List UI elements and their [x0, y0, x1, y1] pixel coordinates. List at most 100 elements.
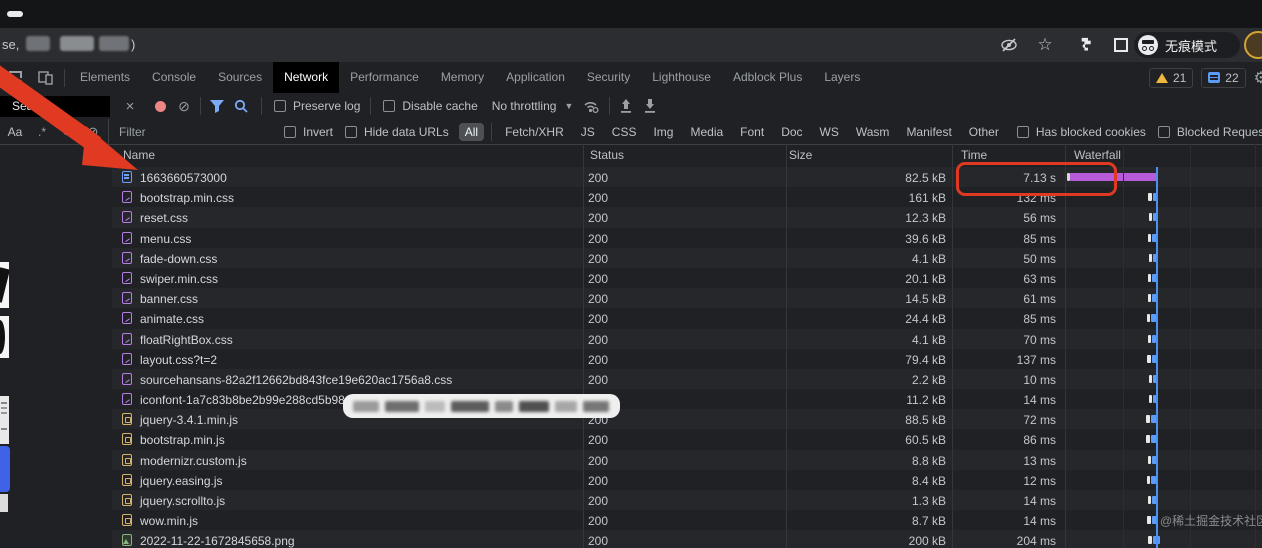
filter-chip-css[interactable]: CSS	[606, 123, 643, 141]
network-request-row[interactable]: swiper.min.css20020.1 kB63 ms	[112, 268, 1262, 288]
request-name: 2022-11-22-1672845658.png	[140, 534, 295, 548]
column-header-name[interactable]: Name	[123, 148, 155, 162]
waterfall-cell	[1065, 355, 1262, 363]
request-name: 1663660573000	[140, 171, 227, 185]
profile-avatar[interactable]	[1244, 31, 1262, 59]
tab-lighthouse[interactable]: Lighthouse	[641, 62, 722, 93]
network-request-row[interactable]: banner.css20014.5 kB61 ms	[112, 288, 1262, 308]
filter-chip-font[interactable]: Font	[734, 123, 770, 141]
tab-security[interactable]: Security	[576, 62, 641, 93]
filter-input[interactable]: Filter	[109, 125, 284, 139]
preserve-log-checkbox[interactable]: Preserve log	[274, 99, 360, 113]
column-header-size[interactable]: Size	[789, 148, 812, 162]
search-input[interactable]: Search	[0, 96, 110, 117]
css-file-icon	[122, 373, 132, 385]
match-case-button[interactable]: Aa	[0, 125, 30, 139]
filter-chip-js[interactable]: JS	[575, 123, 601, 141]
waterfall-bar	[1149, 213, 1152, 221]
hide-data-urls-checkbox[interactable]: Hide data URLs	[345, 125, 449, 139]
column-header-status[interactable]: Status	[590, 148, 624, 162]
background-page-fragment	[0, 494, 8, 512]
tab-memory[interactable]: Memory	[430, 62, 495, 93]
time-cell: 14 ms	[955, 494, 1056, 508]
tab-performance[interactable]: Performance	[339, 62, 430, 93]
extensions-puzzle-icon[interactable]	[1078, 36, 1096, 54]
waterfall-bar	[1148, 294, 1151, 302]
filter-checkbox-blocked-requests[interactable]: Blocked Requests	[1158, 125, 1262, 139]
bookmark-star-icon[interactable]: ☆	[1036, 36, 1054, 54]
network-request-row[interactable]: wow.min.js2008.7 kB14 ms	[112, 510, 1262, 530]
waterfall-cell	[1065, 435, 1262, 443]
refresh-search-icon[interactable]: ↻	[54, 124, 80, 140]
filter-chip-media[interactable]: Media	[684, 123, 729, 141]
network-request-row[interactable]: jquery.easing.js2008.4 kB12 ms	[112, 470, 1262, 490]
time-cell: 50 ms	[955, 252, 1056, 266]
filter-checkbox-has-blocked-cookies[interactable]: Has blocked cookies	[1017, 125, 1146, 139]
filter-chip-fetch-xhr[interactable]: Fetch/XHR	[499, 123, 570, 141]
close-search-icon[interactable]: ×	[118, 95, 142, 117]
network-request-row[interactable]: bootstrap.min.js20060.5 kB86 ms	[112, 429, 1262, 449]
waterfall-cell	[1065, 415, 1262, 423]
clear-network-log-icon[interactable]: ⊘	[172, 95, 196, 117]
invert-checkbox[interactable]: Invert	[284, 125, 333, 139]
network-request-row[interactable]: 166366057300020082.5 kB7.13 s	[112, 167, 1262, 187]
filter-chip-ws[interactable]: WS	[814, 123, 845, 141]
network-request-row[interactable]: floatRightBox.css2004.1 kB70 ms	[112, 329, 1262, 349]
record-network-log-button[interactable]	[148, 95, 172, 117]
search-magnifier-icon[interactable]	[229, 95, 253, 117]
column-header-waterfall[interactable]: Waterfall	[1074, 148, 1121, 162]
tab-sources[interactable]: Sources	[207, 62, 273, 93]
network-request-row[interactable]: layout.css?t=220079.4 kB137 ms	[112, 349, 1262, 369]
network-request-row[interactable]: modernizr.custom.js2008.8 kB13 ms	[112, 450, 1262, 470]
divider	[64, 69, 65, 87]
device-toolbar-icon[interactable]	[30, 65, 60, 91]
tab-layers[interactable]: Layers	[813, 62, 871, 93]
column-header-time[interactable]: Time	[961, 148, 987, 162]
import-har-icon[interactable]	[614, 95, 638, 117]
tab-elements[interactable]: Elements	[69, 62, 141, 93]
incognito-badge[interactable]: 无痕模式	[1134, 32, 1240, 58]
network-request-row[interactable]: iconfont-1a7c83b8be2b99e288cd5b98420011.…	[112, 389, 1262, 409]
clear-search-icon[interactable]: ⊘	[80, 124, 106, 140]
requests-table-header: Name Status Size Time Waterfall	[112, 144, 1262, 168]
tab-network[interactable]: Network	[273, 62, 339, 93]
regex-button[interactable]: .*	[30, 125, 54, 139]
export-har-icon[interactable]	[638, 95, 662, 117]
tab-adblock-plus[interactable]: Adblock Plus	[722, 62, 813, 93]
network-request-row[interactable]: fade-down.css2004.1 kB50 ms	[112, 248, 1262, 268]
css-file-icon	[122, 292, 132, 304]
tab-console[interactable]: Console	[141, 62, 207, 93]
throttling-select[interactable]: No throttling ▼	[492, 99, 574, 113]
request-name: bootstrap.min.js	[140, 433, 225, 447]
filter-chip-manifest[interactable]: Manifest	[900, 123, 957, 141]
network-request-row[interactable]: jquery-3.4.1.min.js20088.5 kB72 ms	[112, 409, 1262, 429]
status-cell: 200	[588, 211, 608, 225]
settings-gear-icon[interactable]: ⚙	[1254, 68, 1262, 88]
network-request-row[interactable]: jquery.scrollto.js2001.3 kB14 ms	[112, 490, 1262, 510]
tab-application[interactable]: Application	[495, 62, 576, 93]
network-request-row[interactable]: menu.css20039.6 kB85 ms	[112, 228, 1262, 248]
network-request-row[interactable]: animate.css20024.4 kB85 ms	[112, 308, 1262, 328]
filter-chip-doc[interactable]: Doc	[775, 123, 808, 141]
network-request-row[interactable]: sourcehansans-82a2f12662bd843fce19e620ac…	[112, 369, 1262, 389]
network-request-row[interactable]: reset.css20012.3 kB56 ms	[112, 207, 1262, 227]
waterfall-bar	[1148, 456, 1151, 464]
address-redacted-block	[60, 36, 94, 51]
request-name: layout.css?t=2	[140, 353, 217, 367]
network-request-row[interactable]: 2022-11-22-1672845658.png200200 kB204 ms	[112, 530, 1262, 548]
network-request-row[interactable]: bootstrap.min.css200161 kB132 ms	[112, 187, 1262, 207]
issues-badge[interactable]: 22	[1201, 68, 1245, 88]
inspect-element-icon[interactable]	[0, 65, 30, 91]
reveal-password-icon[interactable]	[1000, 36, 1018, 54]
filter-funnel-icon[interactable]	[205, 95, 229, 117]
img-file-icon	[122, 534, 132, 546]
filter-chip-other[interactable]: Other	[963, 123, 1005, 141]
network-conditions-icon[interactable]	[579, 95, 603, 117]
warnings-badge[interactable]: 21	[1149, 68, 1193, 88]
filter-chip-wasm[interactable]: Wasm	[850, 123, 896, 141]
filter-chip-all[interactable]: All	[459, 123, 484, 141]
tab-square-icon[interactable]	[1112, 36, 1130, 54]
size-cell: 8.8 kB	[786, 454, 946, 468]
filter-chip-img[interactable]: Img	[647, 123, 679, 141]
disable-cache-checkbox[interactable]: Disable cache	[383, 99, 477, 113]
